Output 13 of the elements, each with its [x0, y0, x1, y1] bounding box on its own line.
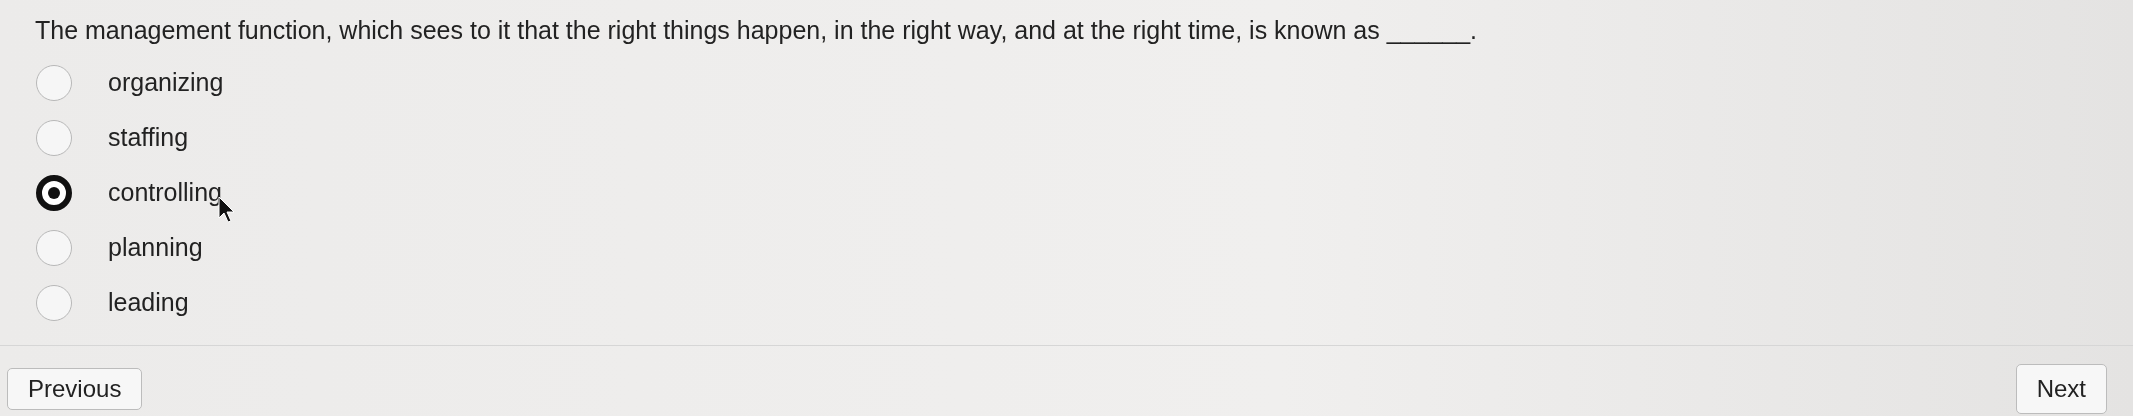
radio-button[interactable] [36, 230, 72, 266]
next-button[interactable]: Next [2015, 363, 2107, 414]
previous-button[interactable]: Previous [7, 367, 143, 410]
option-label[interactable]: leading [108, 284, 189, 322]
question-text: The management function, which sees to it that the right things happen, in the right way, and at the right time, is known as ______. [34, 15, 1479, 46]
option-label[interactable]: staffing [108, 119, 189, 157]
radio-button[interactable] [36, 120, 72, 156]
option-label[interactable]: controlling [108, 174, 222, 212]
radio-button[interactable] [36, 175, 72, 211]
radio-button[interactable] [36, 65, 72, 101]
option-label[interactable]: organizing [108, 64, 224, 102]
option-label[interactable]: planning [108, 229, 203, 267]
radio-button[interactable] [36, 285, 72, 321]
